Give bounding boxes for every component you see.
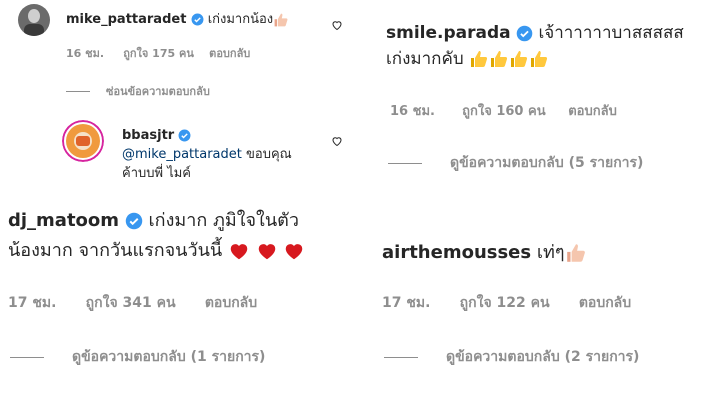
username[interactable]: mike_pattaradet	[66, 12, 186, 27]
comment-text-line2: น้องมาก จากวันแรกจนวันนี้	[8, 240, 223, 261]
divider-line	[10, 356, 44, 358]
reply-button[interactable]: ตอบกลับ	[209, 47, 250, 60]
mention-link[interactable]: @mike_pattaradet	[122, 147, 242, 162]
reply-button[interactable]: ตอบกลับ	[579, 295, 631, 311]
comment-meta: 17 ชม. ถูกใจ 122 คน ตอบกลับ	[382, 292, 631, 314]
comment-body: dj_matoom เก่งมาก ภูมิใจในตัว น้องมาก จา…	[8, 206, 305, 266]
reply-button[interactable]: ตอบกลับ	[568, 104, 617, 119]
comment-time: 17 ชม.	[8, 295, 57, 311]
verified-badge-icon	[125, 212, 143, 230]
comment-text: เท่ๆ	[536, 242, 565, 263]
username[interactable]: dj_matoom	[8, 210, 119, 231]
comment-likes[interactable]: ถูกใจ 175 คน	[123, 47, 194, 60]
heart-outline-icon[interactable]	[331, 135, 343, 147]
panel-top-right: smile.parada เจ้าาาาาาบาสสสสส เก่งมากคับ…	[366, 0, 728, 196]
comment-text-line1: เจ้าาาาาาบาสสสสส	[538, 23, 684, 43]
comment-time: 16 ชม.	[66, 47, 105, 60]
thumbs-up-emoji	[469, 49, 549, 69]
view-replies-button[interactable]: ดูข้อความตอบกลับ (2 รายการ)	[384, 346, 639, 368]
thumbs-up-emoji	[566, 244, 585, 262]
panel-top-left: mike_pattaradet เก่งมากน้อง 16 ชม. ถูกใจ…	[0, 0, 364, 196]
red-heart-emoji	[228, 240, 305, 261]
thumbs-up-emoji	[274, 13, 288, 26]
heart-outline-icon[interactable]	[331, 19, 343, 31]
reply-text-line1: ขอบคุณ	[241, 147, 292, 162]
comment-likes[interactable]: ถูกใจ 160 คน	[462, 104, 545, 119]
comment-time: 17 ชม.	[382, 295, 431, 311]
reply-text-line2: ค้าบบพี่ ไมค์	[122, 166, 192, 181]
verified-badge-icon	[191, 13, 204, 26]
view-replies-label: ดูข้อความตอบกลับ (1 รายการ)	[72, 349, 266, 365]
avatar-mike[interactable]	[18, 4, 50, 36]
panel-bottom-left: dj_matoom เก่งมาก ภูมิใจในตัว น้องมาก จา…	[0, 198, 364, 400]
hide-replies-button[interactable]: ซ่อนข้อความตอบกลับ	[66, 82, 210, 100]
comment-meta: 16 ชม. ถูกใจ 160 คน ตอบกลับ	[390, 100, 617, 121]
comment-likes[interactable]: ถูกใจ 122 คน	[460, 295, 550, 311]
view-replies-label: ดูข้อความตอบกลับ (2 รายการ)	[446, 349, 640, 365]
comment-row: mike_pattaradet เก่งมากน้อง	[66, 8, 289, 29]
avatar-bbasjtr[interactable]	[62, 120, 104, 162]
reply-comment: bbasjtr @mike_pattaradet ขอบคุณ ค้าบบพี่…	[122, 126, 292, 183]
comment-likes[interactable]: ถูกใจ 341 คน	[86, 295, 176, 311]
username[interactable]: bbasjtr	[122, 128, 174, 143]
verified-badge-icon	[516, 25, 533, 41]
view-replies-button[interactable]: ดูข้อความตอบกลับ (1 รายการ)	[10, 346, 265, 368]
username[interactable]: airthemousses	[382, 242, 531, 263]
comment-body: smile.parada เจ้าาาาาาบาสสสสส เก่งมากคับ	[386, 20, 684, 72]
divider-line	[388, 162, 422, 164]
comment-text-line1: เก่งมาก ภูมิใจในตัว	[148, 210, 299, 231]
comment-meta: 16 ชม. ถูกใจ 175 คน ตอบกลับ	[66, 44, 250, 62]
comment-body: airthemousses เท่ๆ	[382, 238, 587, 268]
panel-divider-horizontal	[0, 196, 728, 198]
verified-badge-icon	[178, 129, 191, 142]
divider-line	[66, 90, 90, 92]
comment-text: เก่งมากน้อง	[207, 12, 274, 27]
divider-line	[384, 356, 418, 358]
view-replies-label: ดูข้อความตอบกลับ (5 รายการ)	[450, 155, 644, 171]
panel-divider-vertical	[364, 0, 366, 400]
reply-button[interactable]: ตอบกลับ	[205, 295, 257, 311]
view-replies-button[interactable]: ดูข้อความตอบกลับ (5 รายการ)	[388, 152, 643, 174]
username[interactable]: smile.parada	[386, 23, 511, 43]
hide-replies-label: ซ่อนข้อความตอบกลับ	[106, 85, 210, 98]
comment-meta: 17 ชม. ถูกใจ 341 คน ตอบกลับ	[8, 292, 257, 314]
comment-text-line2: เก่งมากคับ	[386, 49, 464, 69]
panel-bottom-right: airthemousses เท่ๆ 17 ชม. ถูกใจ 122 คน ต…	[366, 198, 728, 400]
comment-time: 16 ชม.	[390, 104, 435, 119]
